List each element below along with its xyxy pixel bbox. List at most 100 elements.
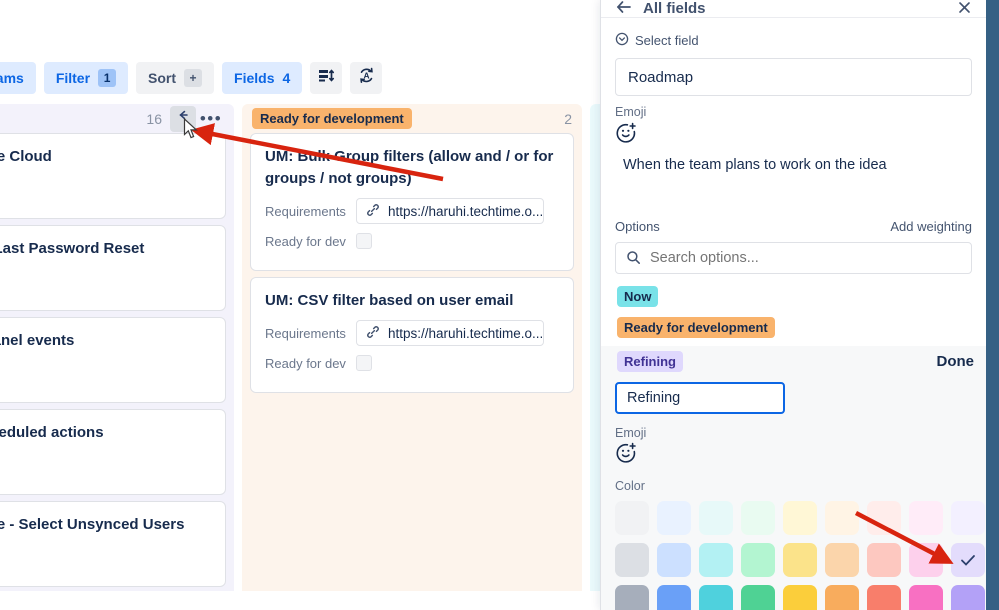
color-swatch[interactable]: [867, 501, 901, 535]
color-swatch[interactable]: [951, 543, 985, 577]
link-icon: [366, 325, 380, 342]
card-title: ence Cloud: [0, 148, 52, 165]
filter-count-badge: 1: [98, 69, 117, 87]
card-title: UM: Bulk Group filters (allow and / or f…: [265, 148, 554, 187]
color-swatch[interactable]: [909, 585, 943, 610]
color-swatch[interactable]: [741, 543, 775, 577]
color-swatch[interactable]: [615, 585, 649, 610]
card-ready-checkbox[interactable]: [355, 355, 372, 371]
more-dots-icon: •••: [199, 108, 223, 128]
board-toolbar: eams Filter 1 Sort + Fields 4: [0, 58, 383, 98]
card[interactable]: Scheduled actions: [0, 409, 226, 495]
column-more-button[interactable]: •••: [198, 106, 224, 132]
color-swatch[interactable]: [741, 585, 775, 610]
mouse-cursor: [183, 117, 199, 145]
arrow-left-icon[interactable]: [615, 0, 633, 15]
link-text: https://haruhi.techtime.o...: [387, 325, 544, 341]
option-add-emoji-button[interactable]: [615, 442, 639, 469]
done-button[interactable]: Done: [937, 353, 975, 370]
column-2-count: 2: [564, 110, 572, 127]
teams-filter-button[interactable]: eams: [0, 62, 36, 94]
smiley-plus-icon: [615, 442, 637, 469]
card-requirements-link[interactable]: https://haruhi.techtime.o...: [355, 320, 544, 346]
add-weighting-link[interactable]: Add weighting: [890, 219, 972, 234]
card-checkbox-row: [0, 174, 211, 204]
color-swatch[interactable]: [825, 501, 859, 535]
board-column-1: 16 ••• e Cloud ast Password Reset nel ev…: [0, 104, 234, 591]
color-swatch[interactable]: [951, 585, 985, 610]
card[interactable]: ence - Select Unsynced Users: [0, 501, 226, 587]
field-description: When the team plans to work on the idea: [623, 157, 887, 173]
option-row[interactable]: Now: [615, 284, 972, 308]
color-swatch[interactable]: [657, 585, 691, 610]
check-icon: [959, 551, 977, 574]
fields-button[interactable]: Fields 4: [222, 62, 303, 94]
select-field-row[interactable]: Select field: [615, 32, 972, 49]
row-height-button[interactable]: [310, 62, 343, 94]
color-swatch[interactable]: [783, 543, 817, 577]
color-swatch[interactable]: [825, 585, 859, 610]
card[interactable]: UM: Bulk Group filters (allow and / or f…: [250, 133, 574, 271]
color-swatch[interactable]: [657, 501, 691, 535]
column-1-count: 16: [146, 110, 162, 127]
color-swatch[interactable]: [699, 501, 733, 535]
sort-button[interactable]: Sort +: [136, 62, 215, 94]
color-swatch[interactable]: [783, 585, 817, 610]
card[interactable]: ence Cloud: [0, 133, 226, 219]
board-column-2: Ready for development 2 UM: Bulk Group f…: [242, 104, 582, 591]
card-title: ence - Select Unsynced Users: [0, 516, 185, 533]
svg-text:A: A: [363, 71, 369, 81]
search-options-input[interactable]: [615, 242, 972, 274]
column-2-cards: UM: Bulk Group filters (allow and / or f…: [242, 133, 582, 393]
column-1-cards: ence Cloud on Last Password Reset ixpane…: [0, 133, 234, 587]
color-swatch[interactable]: [615, 543, 649, 577]
column-2-header: Ready for development 2: [242, 104, 582, 133]
options-title: Options: [615, 219, 660, 234]
card-requirements-label: Requirements: [265, 203, 346, 219]
emoji-label: Emoji: [615, 105, 647, 119]
color-swatch[interactable]: [951, 501, 985, 535]
color-swatch[interactable]: [741, 501, 775, 535]
color-label: Color: [615, 479, 645, 493]
color-swatch[interactable]: [699, 585, 733, 610]
color-swatch[interactable]: [825, 543, 859, 577]
color-swatch[interactable]: [699, 543, 733, 577]
card[interactable]: on Last Password Reset: [0, 225, 226, 311]
color-swatch[interactable]: [909, 543, 943, 577]
option-name-input[interactable]: [615, 382, 785, 414]
card-title: on Last Password Reset: [0, 240, 145, 257]
option-pill: Ready for development: [617, 316, 775, 338]
card-ready-label: Ready for dev: [265, 355, 346, 371]
row-height-icon: [317, 67, 335, 90]
card-ready-checkbox[interactable]: [355, 233, 372, 249]
card-requirements-row: Requirements https://haruhi.techtime.o..…: [265, 196, 559, 226]
close-icon[interactable]: [954, 0, 974, 17]
color-swatch[interactable]: [783, 501, 817, 535]
color-swatch[interactable]: [615, 501, 649, 535]
option-row[interactable]: Ready for development: [615, 315, 972, 339]
field-name-input[interactable]: [615, 58, 972, 96]
add-emoji-button[interactable]: [615, 122, 639, 149]
card-ready-row: Ready for dev: [265, 226, 559, 256]
options-header: Options Add weighting: [615, 219, 972, 234]
panel-title: All fields: [643, 0, 706, 17]
auto-translate-icon: A: [357, 66, 376, 90]
card-requirements-link[interactable]: https://haruhi.techtime.o...: [355, 198, 544, 224]
option-pill: Refining: [617, 350, 683, 372]
card-checkbox-row: [0, 266, 211, 296]
screen: eams Filter 1 Sort + Fields 4: [0, 0, 999, 610]
color-swatch[interactable]: [909, 501, 943, 535]
card-ready-row: Ready for dev: [265, 348, 559, 378]
card[interactable]: UM: CSV filter based on user email Requi…: [250, 277, 574, 393]
smiley-plus-icon: [615, 122, 637, 149]
color-swatch[interactable]: [867, 543, 901, 577]
option-edit-zone: Emoji Color: [601, 376, 986, 610]
filter-button[interactable]: Filter 1: [43, 62, 129, 94]
color-swatch[interactable]: [657, 543, 691, 577]
auto-translate-button[interactable]: A: [350, 62, 383, 94]
panel-body: Select field Emoji When the team plans t…: [601, 18, 986, 610]
color-swatch[interactable]: [867, 585, 901, 610]
card[interactable]: ixpanel events: [0, 317, 226, 403]
option-row-editing[interactable]: Refining Done: [601, 346, 986, 376]
card-checkbox-row: [0, 358, 211, 388]
